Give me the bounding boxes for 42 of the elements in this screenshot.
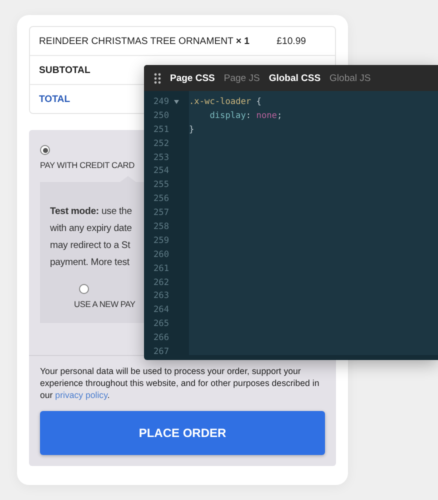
line-number: 262: [152, 278, 169, 288]
line-number: 251: [152, 124, 169, 135]
radio-button[interactable]: [40, 145, 50, 155]
editor-tab[interactable]: Page JS: [224, 72, 260, 84]
line-number: 259: [152, 236, 169, 246]
total-label: TOTAL: [39, 94, 70, 104]
editor-tab[interactable]: Global CSS: [268, 72, 321, 84]
line-number: 252: [152, 138, 169, 149]
line-number: 255: [152, 180, 169, 190]
price-cell-text: £10.99: [276, 36, 307, 46]
code-line: .x-wc-loader {: [189, 96, 262, 107]
code-line: }: [189, 124, 194, 135]
editor-tab[interactable]: Page CSS: [170, 72, 215, 84]
line-number: 263: [152, 291, 169, 302]
line-number: 253: [152, 152, 169, 162]
code-line: display: none;: [208, 110, 282, 121]
subtotal-label: SUBTOTAL: [39, 64, 90, 76]
privacy-notice: Your personal data will be used to process your order, support your experience throughout this website, and for other purposes described in our privacy policy.: [40, 365, 320, 401]
place-order-button[interactable]: PLACE ORDER: [40, 411, 325, 455]
test-mode-text: may redirect to a St: [50, 239, 130, 253]
line-number: 265: [152, 319, 169, 330]
line-number: 264: [152, 305, 169, 316]
editor-tab[interactable]: Global JS: [330, 72, 371, 84]
fold-arrow-icon[interactable]: [174, 100, 179, 104]
test-mode-text: with any expiry date: [50, 222, 132, 236]
line-number: 261: [152, 264, 169, 274]
product-name: REINDEER CHRISTMAS TREE ORNAMENT × 1: [39, 36, 250, 46]
line-number: 258: [152, 222, 169, 232]
line-number: 260: [152, 250, 169, 260]
test-mode-text: payment. More test: [50, 256, 130, 270]
line-number: 249: [152, 96, 169, 107]
radio-button[interactable]: [79, 284, 89, 294]
line-number: 256: [152, 194, 169, 204]
line-number: 257: [152, 208, 169, 218]
drag-handle-icon[interactable]: [154, 72, 161, 84]
payment-method-label[interactable]: PAY WITH CREDIT CARD: [40, 160, 134, 170]
line-number: 254: [152, 166, 169, 176]
test-mode-text: Test mode: use the: [50, 205, 132, 219]
line-number: 267: [152, 346, 169, 357]
line-number: 266: [152, 333, 169, 344]
payment-option-label[interactable]: USE A NEW PAY: [74, 299, 136, 309]
line-number: 250: [152, 110, 169, 121]
